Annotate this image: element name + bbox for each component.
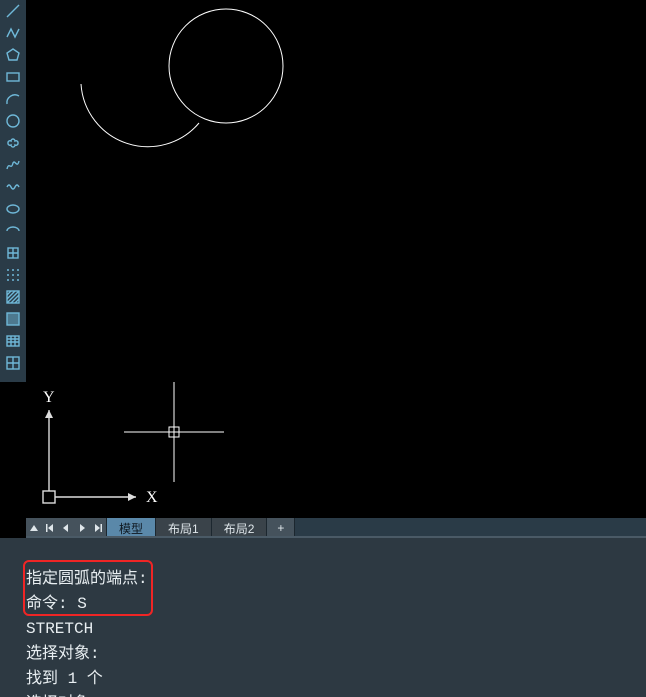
block-tool[interactable] (4, 244, 22, 262)
table-tool[interactable] (4, 332, 22, 350)
tab-btn-up[interactable] (26, 519, 42, 537)
tab-model[interactable]: 模型 (107, 518, 156, 538)
point-array-tool[interactable] (4, 266, 22, 284)
command-line-panel[interactable]: 指定圆弧的端点: 命令: S STRETCH 选择对象: 找到 1 个 选择对象… (0, 538, 646, 697)
gradient-tool[interactable] (4, 310, 22, 328)
tab-btn-last[interactable] (90, 519, 106, 537)
cmd-line-4: 找到 1 个 (26, 670, 103, 688)
line-tool[interactable] (4, 2, 22, 20)
polygon-tool[interactable] (4, 46, 22, 64)
tab-btn-first[interactable] (42, 519, 58, 537)
hatch-tool[interactable] (4, 288, 22, 306)
tab-add[interactable]: + (267, 518, 295, 538)
tab-btn-prev[interactable] (58, 519, 74, 537)
revcloud-tool[interactable] (4, 134, 22, 152)
spline-tool[interactable] (4, 156, 22, 174)
draw-toolbar (0, 0, 26, 382)
grid-tool[interactable] (4, 354, 22, 372)
rectangle-tool[interactable] (4, 68, 22, 86)
circle-tool[interactable] (4, 112, 22, 130)
layout-tabstrip: 模型 布局1 布局2 + (26, 518, 646, 538)
cmd-line-3: 选择对象: (26, 645, 100, 663)
drawing-canvas[interactable]: X Y (26, 0, 646, 518)
ellipse-tool[interactable] (4, 200, 22, 218)
cmd-line-0: 指定圆弧的端点: (26, 570, 148, 588)
cmd-line-2: STRETCH (26, 620, 93, 638)
wave-tool[interactable] (4, 178, 22, 196)
axis-x-label: X (146, 489, 158, 506)
tab-nav-group (26, 518, 107, 538)
arc-tool[interactable] (4, 90, 22, 108)
polyline-tool[interactable] (4, 24, 22, 42)
tab-layout1[interactable]: 布局1 (156, 518, 212, 538)
tab-btn-next[interactable] (74, 519, 90, 537)
cmd-line-1: 命令: S (26, 595, 87, 613)
tab-layout2[interactable]: 布局2 (212, 518, 268, 538)
axis-y-label: Y (43, 389, 55, 406)
ellipse-arc-tool[interactable] (4, 222, 22, 240)
